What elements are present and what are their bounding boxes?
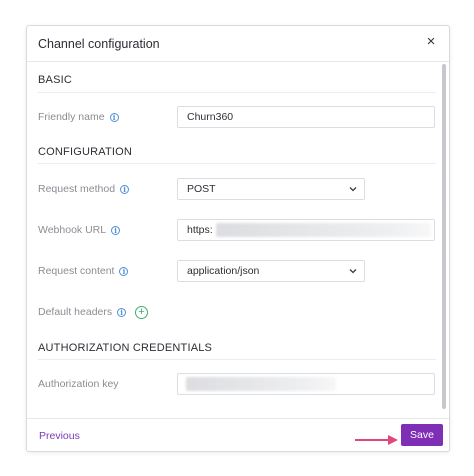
section-divider <box>38 163 436 164</box>
request-method-label-text: Request method <box>38 183 116 195</box>
redacted-url <box>216 223 431 237</box>
friendly-name-value: Churn360 <box>187 111 234 123</box>
request-content-value: application/json <box>187 265 260 277</box>
default-headers-label-text: Default headers <box>38 306 113 318</box>
webhook-url-label-text: Webhook URL <box>38 224 107 236</box>
webhook-url-label: Webhook URL i <box>38 224 121 236</box>
add-header-button[interactable]: + <box>135 306 148 319</box>
request-content-label-text: Request content <box>38 265 115 277</box>
section-configuration-title: CONFIGURATION <box>38 146 133 158</box>
dialog-title: Channel configuration <box>38 37 160 51</box>
authorization-key-label-text: Authorization key <box>38 378 119 390</box>
friendly-name-input[interactable]: Churn360 <box>177 106 435 128</box>
info-icon[interactable]: i <box>119 266 129 276</box>
scrollbar-thumb[interactable] <box>442 64 446 409</box>
section-basic-title: BASIC <box>38 74 73 86</box>
request-content-select[interactable]: application/json <box>177 260 365 282</box>
authorization-key-input[interactable] <box>177 373 435 395</box>
chevron-down-icon <box>349 187 357 192</box>
friendly-name-label: Friendly name i <box>38 111 119 123</box>
request-content-label: Request content i <box>38 265 129 277</box>
info-icon[interactable]: i <box>120 184 130 194</box>
redacted-key <box>186 377 336 391</box>
default-headers-label: Default headers i <box>38 306 127 318</box>
arrow-right-icon <box>355 435 398 445</box>
close-icon[interactable]: × <box>423 34 439 50</box>
request-method-value: POST <box>187 183 216 195</box>
info-icon[interactable]: i <box>111 225 121 235</box>
authorization-key-label: Authorization key <box>38 378 119 390</box>
chevron-down-icon <box>349 269 357 274</box>
info-icon[interactable]: i <box>109 112 119 122</box>
section-divider <box>38 359 436 360</box>
request-method-select[interactable]: POST <box>177 178 365 200</box>
scrollbar[interactable] <box>441 62 446 417</box>
channel-configuration-dialog: Channel configuration × BASIC Friendly n… <box>26 25 450 452</box>
friendly-name-label-text: Friendly name <box>38 111 105 123</box>
request-method-label: Request method i <box>38 183 130 195</box>
section-divider <box>38 92 436 93</box>
section-authorization-title: AUTHORIZATION CREDENTIALS <box>38 342 213 354</box>
info-icon[interactable]: i <box>117 307 127 317</box>
dialog-header: Channel configuration × <box>27 26 449 62</box>
webhook-url-input[interactable]: https: <box>177 219 435 241</box>
webhook-url-value: https: <box>187 224 213 236</box>
save-button[interactable]: Save <box>401 424 443 446</box>
previous-button[interactable]: Previous <box>39 430 80 442</box>
